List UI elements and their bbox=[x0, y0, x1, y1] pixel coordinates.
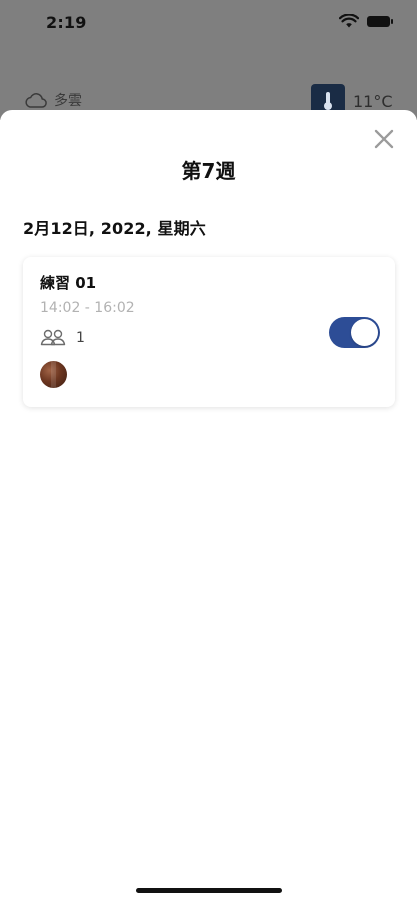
close-icon bbox=[374, 129, 394, 149]
status-time: 2:19 bbox=[46, 13, 87, 32]
week-sheet: 第7週 2月12日, 2022, 星期六 練習 01 14:02 - 16:02… bbox=[0, 110, 417, 900]
participants-row: 1 bbox=[40, 329, 85, 347]
close-button[interactable] bbox=[372, 127, 396, 151]
home-indicator bbox=[136, 888, 282, 893]
status-bar: 2:19 bbox=[0, 0, 417, 44]
session-time-range: 14:02 - 16:02 bbox=[40, 300, 135, 316]
avatar[interactable] bbox=[40, 361, 67, 388]
session-card[interactable]: 練習 01 14:02 - 16:02 1 bbox=[23, 257, 395, 407]
date-heading: 2月12日, 2022, 星期六 bbox=[23, 219, 206, 238]
wifi-icon bbox=[339, 14, 359, 28]
thermometer-glyph bbox=[324, 92, 332, 110]
weather-label: 多雲 bbox=[54, 93, 82, 109]
session-title: 練習 01 bbox=[40, 274, 97, 292]
participants-icon bbox=[40, 329, 66, 346]
weather-summary: 多雲 bbox=[24, 90, 82, 110]
participant-count: 1 bbox=[76, 330, 85, 346]
toggle-knob bbox=[351, 319, 378, 346]
background-screen: 2:19 多雲 11°C bbox=[0, 0, 417, 120]
session-toggle[interactable] bbox=[329, 317, 380, 348]
cloud-icon bbox=[25, 93, 47, 108]
battery-icon bbox=[367, 16, 393, 27]
sheet-title: 第7週 bbox=[181, 159, 236, 183]
temperature-text: 11°C bbox=[353, 91, 393, 111]
